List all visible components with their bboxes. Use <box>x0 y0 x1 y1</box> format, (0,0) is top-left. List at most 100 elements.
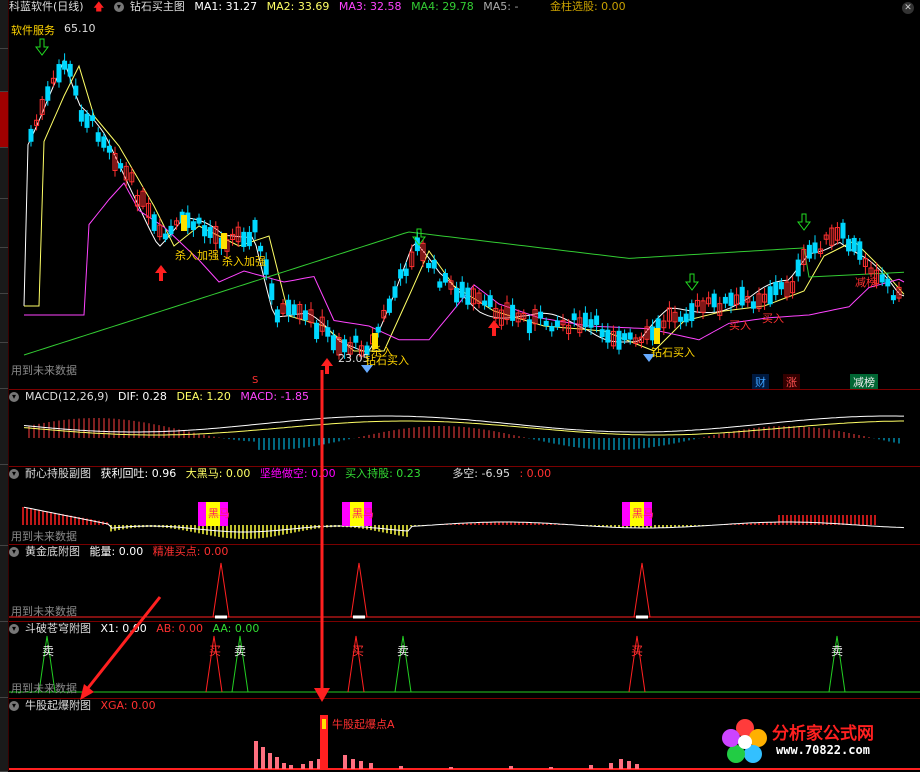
signal-reduce: 减榜 <box>855 276 877 289</box>
badge-rise[interactable]: 涨 <box>783 374 800 389</box>
candle-body <box>879 274 885 283</box>
doupo-name[interactable]: 斗破苍穹附图 <box>25 622 91 635</box>
close-icon[interactable]: ✕ <box>902 2 914 14</box>
macd-value: MACD: -1.85 <box>240 390 310 403</box>
indicator-name[interactable]: 钻石买主图 <box>130 0 185 13</box>
doupo-x1: X1: 0.00 <box>100 622 147 635</box>
bull-bar <box>449 767 453 769</box>
candle-body <box>554 320 560 328</box>
bull-bar <box>289 765 293 769</box>
gold-panel[interactable]: ▾ 黄金底附图 能量: 0.00 精准买点: 0.00 用到未来数据 <box>9 545 920 622</box>
tab-segment[interactable] <box>0 343 8 389</box>
candle-body <box>241 231 247 247</box>
chevron-down-icon[interactable]: ▾ <box>9 547 19 557</box>
hold-panel[interactable]: ▾ 耐心持股副图 获利回吐: 0.96 大黑马: 0.00 坚绝做空: 0.00 … <box>9 467 920 545</box>
hold-profit: 获利回吐: 0.96 <box>100 467 177 480</box>
candle-body <box>795 259 801 277</box>
candlestick-chart[interactable] <box>9 0 920 389</box>
tab-segment[interactable] <box>0 546 8 622</box>
candle-body <box>258 245 264 252</box>
tab-segment[interactable] <box>0 698 8 772</box>
gold-precise: 精准买点: 0.00 <box>152 545 229 558</box>
doupo-aa: AA: 0.00 <box>212 622 260 635</box>
signal-kill-2: 杀入加强 <box>222 255 266 268</box>
badge-reduce[interactable]: 减榜 <box>850 374 878 389</box>
bull-bar <box>275 757 279 769</box>
gold-name[interactable]: 黄金底附图 <box>25 545 80 558</box>
candle-body <box>840 222 846 239</box>
candle-body <box>627 332 633 340</box>
candle-body <box>330 335 336 351</box>
candle-body <box>622 333 628 341</box>
candle-body <box>375 326 381 333</box>
candle-body <box>722 296 728 304</box>
watermark-title: 分析家公式网 <box>772 724 874 744</box>
candle-body <box>118 163 124 169</box>
sell-arrow-icon <box>685 273 699 291</box>
candle-body <box>274 309 280 323</box>
tab-segment[interactable] <box>0 248 8 294</box>
macd-panel[interactable]: ▾ MACD(12,26,9) DIF: 0.28 DEA: 1.20 MACD:… <box>9 390 920 467</box>
tab-segment[interactable] <box>0 199 8 248</box>
candle-body <box>683 313 689 323</box>
chevron-down-icon[interactable]: ▾ <box>9 392 19 402</box>
main-chart-panel[interactable]: 科蓝软件(日线) 🡅 ▾ 钻石买主图 MA1: 31.27 MA2: 33.69 … <box>9 0 920 390</box>
candle-body <box>291 304 297 316</box>
chevron-down-icon[interactable]: ▾ <box>9 701 19 711</box>
candle-body <box>890 295 896 301</box>
candle-body <box>588 319 594 328</box>
candle-body <box>45 86 51 101</box>
candle-body <box>168 225 174 235</box>
bull-bar <box>399 766 403 769</box>
candle-body <box>403 268 409 276</box>
left-tab-strip[interactable] <box>0 0 9 772</box>
tab-segment[interactable] <box>0 622 8 698</box>
candle-body <box>739 286 745 306</box>
tab-segment[interactable] <box>0 465 8 546</box>
candle-body <box>56 64 62 83</box>
candle-body <box>314 322 320 340</box>
bull-name[interactable]: 牛股起爆附图 <box>25 699 91 712</box>
tab-segment[interactable] <box>0 0 8 49</box>
candle-body <box>812 242 818 254</box>
chevron-down-icon[interactable]: ▾ <box>113 2 124 12</box>
hold-name[interactable]: 耐心持股副图 <box>25 467 91 480</box>
candle-body <box>196 217 202 224</box>
tab-segment[interactable] <box>0 389 8 465</box>
signal-buy-2: 买入 <box>762 312 784 325</box>
macd-dif: DIF: 0.28 <box>118 390 167 403</box>
badge-finance[interactable]: 财 <box>752 374 769 389</box>
candle-body <box>543 320 549 326</box>
candle-body <box>549 326 555 332</box>
stock-title[interactable]: 科蓝软件(日线) <box>9 0 84 13</box>
explode-label: 牛股起爆点A <box>332 718 395 731</box>
future-data-note: 用到未来数据 <box>11 364 77 377</box>
doupo-panel[interactable]: ▾ 斗破苍穹附图 X1: 0.00 AB: 0.00 AA: 0.00 卖 买 卖… <box>9 622 920 699</box>
tab-segment[interactable] <box>0 148 8 199</box>
bull-bar <box>254 741 258 769</box>
future-data-note: 用到未来数据 <box>11 682 77 695</box>
bull-bar <box>268 753 272 769</box>
sector-label[interactable]: 软件服务 <box>11 22 55 38</box>
tab-segment[interactable] <box>0 294 8 343</box>
candle-body <box>426 262 432 269</box>
candle-body <box>582 312 588 328</box>
tab-segment[interactable] <box>0 49 8 92</box>
gold-peak <box>212 562 230 618</box>
bull-bar <box>359 761 363 769</box>
sell-label-3: 卖 <box>397 644 410 658</box>
chevron-down-icon[interactable]: ▾ <box>9 469 19 479</box>
sell-arrow-icon <box>35 38 49 56</box>
up-arrow-icon: 🡅 <box>93 0 105 13</box>
candle-body <box>269 283 275 301</box>
macd-name[interactable]: MACD(12,26,9) <box>25 390 109 403</box>
bull-bar <box>549 767 553 769</box>
candle-body <box>78 110 84 122</box>
ma3-value: MA3: 32.58 <box>338 0 402 13</box>
bull-bar <box>351 759 355 769</box>
tab-segment-active[interactable] <box>0 92 8 148</box>
chevron-down-icon[interactable]: ▾ <box>9 624 19 634</box>
black-horse-bar <box>622 502 630 526</box>
candle-body <box>386 298 392 313</box>
candle-body <box>773 281 779 296</box>
